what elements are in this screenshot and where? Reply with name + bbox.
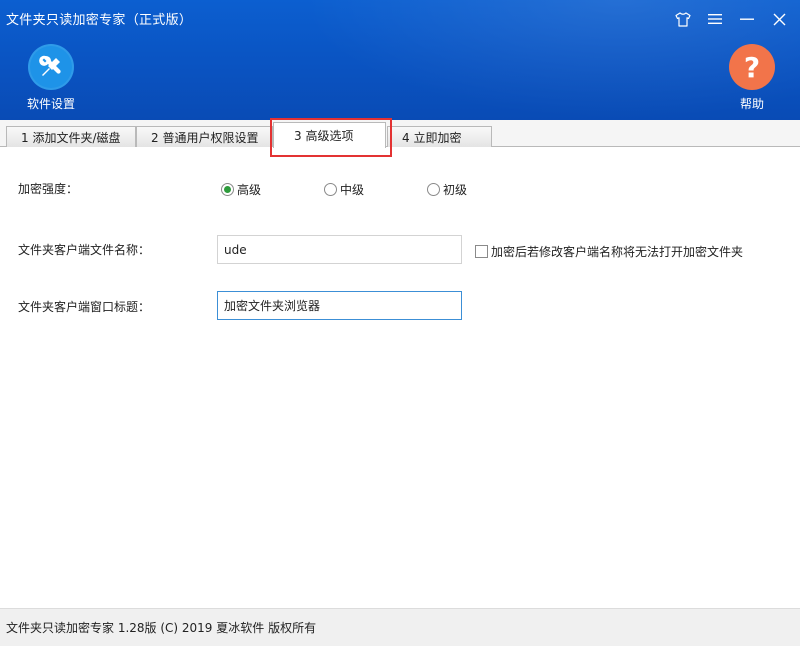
window-controls	[674, 8, 788, 30]
menu-icon	[708, 14, 722, 24]
strength-radio-high[interactable]: 高级	[221, 181, 261, 198]
tab-encrypt-now[interactable]: 4 立即加密	[387, 126, 492, 147]
question-icon: ?	[744, 52, 760, 82]
radio-label: 初级	[443, 183, 468, 197]
strength-radio-medium[interactable]: 中级	[324, 181, 364, 198]
settings-label: 软件设置	[26, 97, 75, 111]
wrench-screwdriver-icon	[39, 55, 61, 76]
client-title-label: 文件夹客户端窗口标题：	[18, 300, 151, 314]
settings-icon-circle	[28, 44, 74, 90]
strength-label: 加密强度：	[18, 182, 79, 196]
advanced-options-panel	[0, 147, 800, 608]
title-bar: 文件夹只读加密专家（正式版） 软件设置 ? 帮助	[0, 0, 800, 120]
checkbox-label: 加密后若修改客户端名称将无法打开加密文件夹	[491, 245, 744, 259]
radio-indicator	[324, 183, 337, 196]
minimize-icon	[740, 18, 754, 20]
tab-user-permissions[interactable]: 2 普通用户权限设置	[136, 126, 273, 147]
help-label: 帮助	[739, 97, 764, 111]
question-glyph: ?	[744, 52, 760, 82]
client-filename-input[interactable]	[217, 235, 462, 264]
radio-label: 高级	[237, 183, 262, 197]
tab-add-folder[interactable]: 1 添加文件夹/磁盘	[6, 126, 136, 147]
window-title: 文件夹只读加密专家（正式版）	[6, 13, 193, 28]
skin-button[interactable]	[674, 10, 692, 28]
checkbox-box	[475, 245, 488, 258]
radio-indicator	[427, 183, 440, 196]
shirt-icon	[675, 11, 691, 27]
radio-indicator	[221, 183, 234, 196]
help-button[interactable]: ? 帮助	[726, 44, 778, 112]
rename-warning-checkbox[interactable]: 加密后若修改客户端名称将无法打开加密文件夹	[475, 243, 743, 260]
tab-advanced-options[interactable]: 3 高级选项	[273, 122, 386, 148]
tab-strip: 1 添加文件夹/磁盘 2 普通用户权限设置 3 高级选项 4 立即加密	[0, 120, 800, 148]
client-filename-label: 文件夹客户端文件名称：	[18, 243, 151, 257]
status-text: 文件夹只读加密专家 1.28版 (C) 2019 夏冰软件 版权所有	[6, 621, 317, 635]
close-icon	[773, 13, 785, 25]
menu-button[interactable]	[706, 10, 724, 28]
minimize-button[interactable]	[738, 10, 756, 28]
help-icon-circle: ?	[729, 44, 775, 90]
settings-button[interactable]: 软件设置	[22, 44, 80, 112]
close-button[interactable]	[770, 10, 788, 28]
client-title-input[interactable]	[217, 291, 462, 320]
radio-label: 中级	[340, 183, 365, 197]
status-bar: 文件夹只读加密专家 1.28版 (C) 2019 夏冰软件 版权所有	[0, 608, 800, 646]
strength-radio-low[interactable]: 初级	[427, 181, 467, 198]
